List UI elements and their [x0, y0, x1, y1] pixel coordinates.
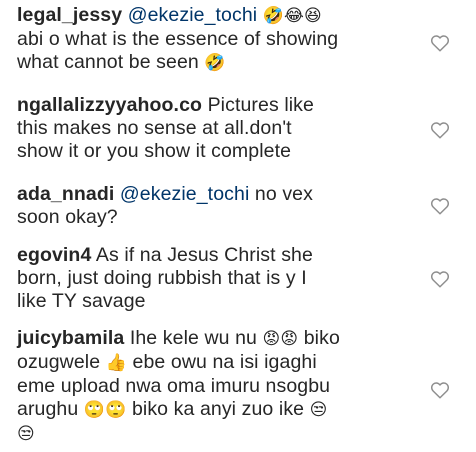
comment-line: born, just doing rubbish that is y I — [17, 267, 422, 290]
comment-line: juicybamila Ihe kele wu nu 😡😡 biko — [17, 327, 422, 351]
like-heart-icon[interactable] — [430, 34, 450, 52]
like-heart-icon[interactable] — [430, 381, 450, 399]
comment-text: show it or you show it complete — [17, 140, 292, 162]
emoji-laughing-group: 🤣😂😆 — [262, 6, 322, 26]
emoji-eye-roll-group: 🙄🙄 — [83, 400, 127, 420]
emoji-angry-group: 😡😡 — [262, 329, 299, 349]
comment-text: soon okay? — [17, 206, 118, 228]
comment-line: ozugwele 👍 ebe owu na isi igaghi — [17, 351, 422, 375]
emoji-rofl: 🤣 — [204, 53, 226, 73]
comment-line: show it or you show it complete — [17, 140, 422, 163]
emoji-unamused: 😒 — [309, 400, 328, 420]
comment-line: legal_jessy @ekezie_tochi 🤣😂😆 — [17, 4, 422, 28]
comment-text: arughu — [17, 398, 79, 420]
comment-text: abi o what is the essence of showing — [17, 28, 339, 50]
comment-text: Ihe kele wu nu — [129, 327, 257, 349]
comment-item-ngallalizzy: ngallalizzyyahoo.co Pictures like this m… — [17, 94, 422, 163]
comment-text: biko — [303, 327, 340, 349]
like-heart-icon[interactable] — [430, 197, 450, 215]
comment-username[interactable]: egovin4 — [17, 244, 91, 266]
comment-line: this makes no sense at all.don't — [17, 117, 422, 140]
comment-text: As if na Jesus Christ she — [95, 244, 313, 266]
comment-item-juicybamila: juicybamila Ihe kele wu nu 😡😡 biko ozugw… — [17, 327, 422, 446]
comment-text: ebe owu na isi igaghi — [132, 351, 317, 373]
comment-username[interactable]: juicybamila — [17, 327, 124, 349]
comment-line: eme upload nwa oma imuru nsogbu — [17, 375, 422, 398]
comment-line: what cannot be seen 🤣 — [17, 51, 422, 75]
comment-line: arughu 🙄🙄 biko ka anyi zuo ike 😒 — [17, 398, 422, 422]
comment-line: soon okay? — [17, 206, 422, 229]
comment-line: like TY savage — [17, 290, 422, 313]
emoji-thumbs-up: 👍 — [105, 353, 128, 373]
comment-text: biko ka anyi zuo ike — [131, 398, 305, 420]
emoji-unamused: 😒 — [17, 424, 35, 444]
comment-text: eme upload nwa oma imuru nsogbu — [17, 375, 331, 397]
comment-text: ozugwele — [17, 351, 101, 373]
comment-line: ngallalizzyyahoo.co Pictures like — [17, 94, 422, 117]
comment-mention[interactable]: @ekezie_tochi — [120, 183, 250, 205]
comment-username[interactable]: ngallalizzyyahoo.co — [17, 94, 202, 116]
comment-text: like TY savage — [17, 290, 146, 312]
comment-line: ada_nnadi @ekezie_tochi no vex — [17, 183, 422, 206]
comment-username[interactable]: ada_nnadi — [17, 183, 114, 205]
comment-item-ada-nnadi: ada_nnadi @ekezie_tochi no vex soon okay… — [17, 183, 422, 229]
comment-text: Pictures like — [207, 94, 314, 116]
comment-line: 😒 — [17, 422, 422, 446]
like-heart-icon[interactable] — [430, 270, 450, 288]
comment-text: no vex — [254, 183, 313, 205]
comment-text: born, just doing rubbish that is y I — [17, 267, 307, 289]
like-heart-icon[interactable] — [430, 121, 450, 139]
comment-line: egovin4 As if na Jesus Christ she — [17, 244, 422, 267]
comment-item-legal-jessy: legal_jessy @ekezie_tochi 🤣😂😆 abi o what… — [17, 4, 422, 75]
comment-text: this makes no sense at all.don't — [17, 117, 292, 139]
comment-username[interactable]: legal_jessy — [17, 4, 122, 26]
comment-mention[interactable]: @ekezie_tochi — [128, 4, 258, 26]
comment-line: abi o what is the essence of showing — [17, 28, 422, 51]
comment-text: what cannot be seen — [17, 51, 199, 73]
comment-item-egovin4: egovin4 As if na Jesus Christ she born, … — [17, 244, 422, 313]
